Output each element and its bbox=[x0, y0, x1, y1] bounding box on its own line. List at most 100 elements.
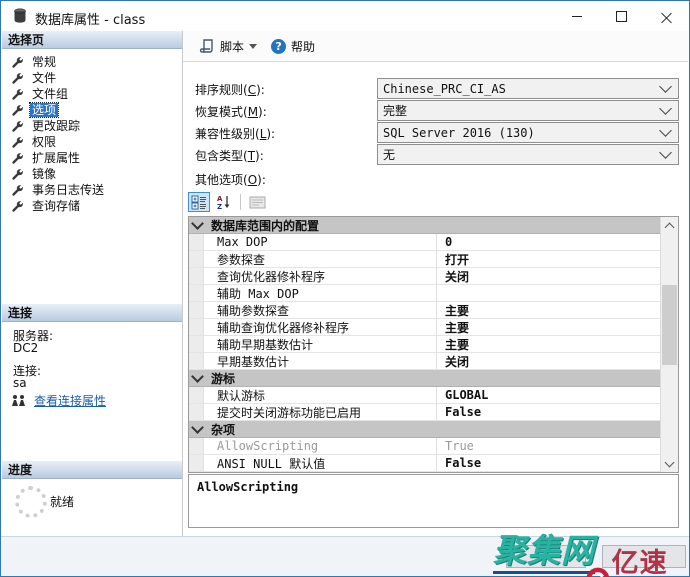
progress-status: 就绪 bbox=[50, 493, 74, 510]
grid-row[interactable]: 默认游标GLOBAL bbox=[189, 387, 661, 404]
grid-row[interactable]: 查询优化器修补程序关闭 bbox=[189, 268, 661, 285]
property-name: 辅助查询优化器修补程序 bbox=[204, 319, 437, 335]
help-button[interactable]: ? 帮助 bbox=[267, 36, 319, 57]
property-name: 辅助参数探查 bbox=[204, 302, 437, 318]
watermark-brand-text: 亿速云 bbox=[612, 541, 689, 577]
property-value[interactable]: GLOBAL bbox=[437, 388, 661, 402]
alphabetical-sort-button[interactable]: A Z bbox=[213, 192, 235, 212]
field-label: 兼容性级别(L): bbox=[195, 125, 275, 142]
close-button[interactable] bbox=[644, 1, 689, 31]
property-value[interactable]: 主要 bbox=[437, 336, 661, 353]
property-value[interactable]: 关闭 bbox=[437, 353, 661, 370]
scrollbar-thumb[interactable] bbox=[662, 285, 677, 365]
grid-row[interactable]: Max DOP0 bbox=[189, 234, 661, 251]
property-name: Max DOP bbox=[204, 234, 437, 250]
property-value[interactable]: 主要 bbox=[437, 319, 661, 336]
grid-row[interactable]: ANSI NULL 默认值False bbox=[189, 455, 661, 472]
property-value[interactable]: 主要 bbox=[437, 302, 661, 319]
sidebar-item-label: 文件组 bbox=[30, 87, 70, 101]
grid-row[interactable]: 辅助查询优化器修补程序主要 bbox=[189, 319, 661, 336]
sidebar-item-常规[interactable]: 常规 bbox=[2, 54, 182, 70]
sidebar-item-label: 选项 bbox=[30, 103, 58, 117]
grid-category-row[interactable]: 杂项 bbox=[189, 421, 661, 438]
sidebar-item-权限[interactable]: 权限 bbox=[2, 134, 182, 150]
sidebar-item-镜像[interactable]: 镜像 bbox=[2, 166, 182, 182]
view-connection-properties-link[interactable]: 查看连接属性 bbox=[34, 392, 106, 409]
sidebar-item-label: 查询存储 bbox=[30, 199, 82, 213]
minimize-icon bbox=[572, 16, 582, 17]
row-gutter bbox=[189, 387, 204, 403]
chevron-down-icon bbox=[191, 370, 204, 383]
row-gutter bbox=[189, 268, 204, 284]
sidebar-item-文件组[interactable]: 文件组 bbox=[2, 86, 182, 102]
property-name: 辅助 Max DOP bbox=[204, 285, 437, 301]
row-gutter bbox=[189, 404, 204, 420]
sidebar-item-更改跟踪[interactable]: 更改跟踪 bbox=[2, 118, 182, 134]
sidebar-item-事务日志传送[interactable]: 事务日志传送 bbox=[2, 182, 182, 198]
categorized-view-button[interactable] bbox=[188, 192, 210, 212]
property-name: 提交时关闭游标功能已启用 bbox=[204, 404, 437, 420]
grid-row[interactable]: 辅助 Max DOP bbox=[189, 285, 661, 302]
row-gutter bbox=[189, 319, 204, 335]
script-button[interactable]: 脚本 bbox=[195, 36, 261, 57]
wrench-icon bbox=[11, 136, 24, 149]
connection-properties-icon bbox=[11, 394, 27, 407]
sidebar-item-查询存储[interactable]: 查询存储 bbox=[2, 198, 182, 214]
grid-category-row[interactable]: 数据库范围内的配置 bbox=[189, 217, 661, 234]
grid-row[interactable]: 辅助参数探查主要 bbox=[189, 302, 661, 319]
wrench-icon bbox=[11, 184, 24, 197]
progress-header: 进度 bbox=[2, 461, 182, 479]
sidebar-item-选项[interactable]: 选项 bbox=[2, 102, 182, 118]
property-name: 查询优化器修补程序 bbox=[204, 268, 437, 284]
property-name: 辅助早期基数估计 bbox=[204, 336, 437, 352]
wrench-icon bbox=[11, 72, 24, 85]
titlebar: 数据库属性 - class bbox=[1, 1, 689, 31]
combobox-4[interactable]: 无 bbox=[377, 144, 679, 165]
wrench-icon bbox=[11, 104, 24, 117]
grid-row[interactable]: 辅助早期基数估计主要 bbox=[189, 336, 661, 353]
cloud-logo-icon bbox=[573, 563, 612, 577]
property-value[interactable]: True bbox=[437, 439, 661, 453]
page-list: 常规文件文件组选项更改跟踪权限扩展属性镜像事务日志传送查询存储 bbox=[2, 54, 182, 214]
property-value[interactable]: False bbox=[437, 456, 661, 470]
property-value[interactable]: False bbox=[437, 405, 661, 419]
sidebar-item-文件[interactable]: 文件 bbox=[2, 70, 182, 86]
property-name: 早期基数估计 bbox=[204, 353, 437, 369]
categorized-icon bbox=[191, 195, 207, 210]
grid-row[interactable]: 早期基数估计关闭 bbox=[189, 353, 661, 370]
dialog-toolbar: 脚本 ? 帮助 bbox=[183, 31, 688, 62]
chevron-down-icon bbox=[659, 102, 672, 115]
combobox-value: 无 bbox=[383, 146, 661, 163]
grid-row[interactable]: 参数探查打开 bbox=[189, 251, 661, 268]
watermark-brand: 亿速云 bbox=[573, 541, 689, 577]
chevron-down-icon[interactable] bbox=[249, 44, 257, 49]
category-label: 杂项 bbox=[211, 421, 235, 438]
property-value[interactable]: 0 bbox=[437, 235, 661, 249]
grid-row[interactable]: AllowScriptingTrue bbox=[189, 438, 661, 455]
grid-scrollbar[interactable] bbox=[660, 217, 678, 472]
wrench-icon bbox=[11, 120, 24, 133]
database-properties-dialog: 数据库属性 - class 选择页 常规文件文件组选项更改跟踪权限扩展属性镜像事… bbox=[0, 0, 690, 577]
combobox-3[interactable]: SQL Server 2016 (130) bbox=[377, 122, 679, 143]
scroll-down-icon[interactable] bbox=[661, 455, 678, 472]
propgrid-toolbar: A Z bbox=[188, 191, 268, 213]
grid-category-row[interactable]: 游标 bbox=[189, 370, 661, 387]
row-gutter bbox=[189, 455, 204, 471]
property-value[interactable]: 关闭 bbox=[437, 268, 661, 285]
database-icon bbox=[12, 8, 28, 24]
wrench-icon bbox=[11, 200, 24, 213]
combobox-1[interactable]: Chinese_PRC_CI_AS bbox=[377, 78, 679, 99]
minimize-button[interactable] bbox=[554, 1, 599, 31]
svg-text:Z: Z bbox=[217, 203, 222, 210]
grid-row[interactable]: 提交时关闭游标功能已启用False bbox=[189, 404, 661, 421]
maximize-button[interactable] bbox=[599, 1, 644, 31]
sidebar-item-扩展属性[interactable]: 扩展属性 bbox=[2, 150, 182, 166]
combobox-value: 完整 bbox=[383, 102, 661, 119]
wrench-icon bbox=[11, 168, 24, 181]
property-value[interactable]: 打开 bbox=[437, 251, 661, 268]
scroll-up-icon[interactable] bbox=[661, 217, 678, 234]
combobox-2[interactable]: 完整 bbox=[377, 100, 679, 121]
row-gutter bbox=[189, 234, 204, 250]
category-label: 数据库范围内的配置 bbox=[211, 217, 319, 234]
property-name: 默认游标 bbox=[204, 387, 437, 403]
